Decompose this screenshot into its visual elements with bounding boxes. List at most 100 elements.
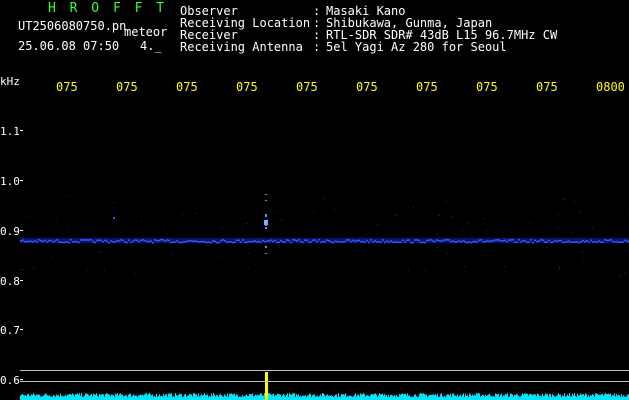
power-bar bbox=[294, 393, 295, 400]
carrier-segment bbox=[258, 240, 260, 243]
power-bar bbox=[478, 393, 479, 400]
power-bar bbox=[181, 393, 182, 400]
noise-dot bbox=[575, 268, 577, 270]
power-bar bbox=[316, 396, 317, 400]
carrier-segment bbox=[364, 241, 366, 243]
power-bar bbox=[408, 395, 409, 400]
carrier-segment bbox=[350, 240, 352, 243]
power-bar bbox=[97, 395, 98, 400]
carrier-segment bbox=[602, 241, 604, 243]
carrier-segment bbox=[116, 240, 118, 242]
noise-dot bbox=[141, 220, 142, 222]
carrier-segment bbox=[150, 240, 152, 242]
noise-dot bbox=[327, 251, 329, 253]
spectrogram-plot bbox=[20, 96, 629, 400]
power-bar bbox=[426, 394, 427, 400]
noise-dot bbox=[461, 229, 463, 231]
noise-dot bbox=[557, 264, 559, 266]
power-bar bbox=[334, 396, 335, 400]
carrier-segment bbox=[186, 240, 188, 243]
power-bar bbox=[581, 394, 582, 400]
noise-dot bbox=[94, 237, 96, 238]
power-bar bbox=[332, 396, 333, 400]
power-bar bbox=[80, 395, 81, 400]
carrier-segment bbox=[354, 240, 356, 243]
carrier-segment bbox=[552, 241, 554, 243]
noise-dot bbox=[483, 218, 485, 219]
power-bar bbox=[422, 393, 423, 400]
power-bar bbox=[384, 393, 385, 400]
power-bar bbox=[277, 393, 278, 400]
power-bar bbox=[557, 395, 558, 400]
power-bar bbox=[263, 395, 264, 400]
power-bar bbox=[21, 394, 22, 400]
carrier-segment bbox=[516, 241, 518, 244]
carrier-segment bbox=[50, 239, 52, 242]
power-bar bbox=[369, 396, 370, 400]
power-bar bbox=[144, 394, 145, 400]
carrier-segment bbox=[582, 239, 584, 242]
carrier-segment bbox=[310, 241, 312, 243]
noise-dot bbox=[20, 269, 21, 271]
carrier-segment bbox=[504, 239, 506, 242]
power-bar bbox=[428, 395, 429, 400]
carrier-segment bbox=[178, 241, 180, 244]
power-bar bbox=[577, 393, 578, 400]
power-bar bbox=[259, 394, 260, 400]
carrier-segment bbox=[464, 240, 466, 243]
carrier-segment bbox=[152, 242, 154, 244]
power-bar bbox=[178, 394, 179, 400]
power-bar bbox=[618, 394, 619, 400]
carrier-segment bbox=[22, 239, 24, 241]
power-bar bbox=[198, 393, 199, 400]
power-bar bbox=[482, 395, 483, 400]
power-bar bbox=[368, 395, 369, 400]
power-bar bbox=[591, 395, 592, 400]
carrier-segment bbox=[570, 241, 572, 244]
power-bar bbox=[595, 393, 596, 400]
power-bar bbox=[304, 395, 305, 400]
carrier-segment bbox=[396, 241, 398, 243]
power-bar bbox=[139, 395, 140, 400]
carrier-segment bbox=[326, 239, 328, 241]
power-bar bbox=[473, 395, 474, 400]
power-bar bbox=[550, 393, 551, 400]
power-bar bbox=[460, 394, 461, 400]
power-bar bbox=[529, 394, 530, 400]
carrier-segment bbox=[486, 240, 488, 242]
power-bar bbox=[345, 393, 346, 400]
power-bar bbox=[113, 395, 114, 400]
power-bar bbox=[485, 394, 486, 400]
carrier-segment bbox=[622, 241, 624, 243]
carrier-segment bbox=[202, 240, 204, 243]
power-bar bbox=[176, 395, 177, 400]
power-bar bbox=[513, 396, 514, 400]
carrier-segment bbox=[70, 239, 72, 241]
carrier-segment bbox=[474, 240, 476, 243]
carrier-segment bbox=[356, 239, 358, 242]
noise-dot bbox=[112, 219, 114, 221]
noise-dot bbox=[313, 211, 315, 212]
carrier-segment bbox=[556, 240, 558, 242]
power-bar bbox=[215, 396, 216, 400]
carrier-segment bbox=[282, 241, 284, 243]
carrier-segment bbox=[424, 241, 426, 244]
carrier-segment bbox=[66, 241, 68, 243]
noise-dot bbox=[66, 196, 68, 198]
power-bar bbox=[325, 396, 326, 400]
power-bar bbox=[401, 393, 402, 400]
time-tick: 075 bbox=[116, 80, 138, 94]
carrier-segment bbox=[344, 240, 346, 243]
carrier-segment bbox=[302, 241, 304, 244]
power-bar bbox=[158, 396, 159, 400]
carrier-segment bbox=[60, 241, 62, 243]
carrier-segment bbox=[624, 239, 626, 242]
power-bar bbox=[217, 395, 218, 400]
power-bar bbox=[220, 393, 221, 400]
carrier-segment bbox=[448, 239, 450, 241]
power-bar bbox=[37, 394, 38, 400]
carrier-segment bbox=[534, 239, 536, 242]
power-bar bbox=[76, 394, 77, 400]
carrier-segment bbox=[274, 239, 276, 242]
carrier-segment bbox=[206, 241, 208, 244]
